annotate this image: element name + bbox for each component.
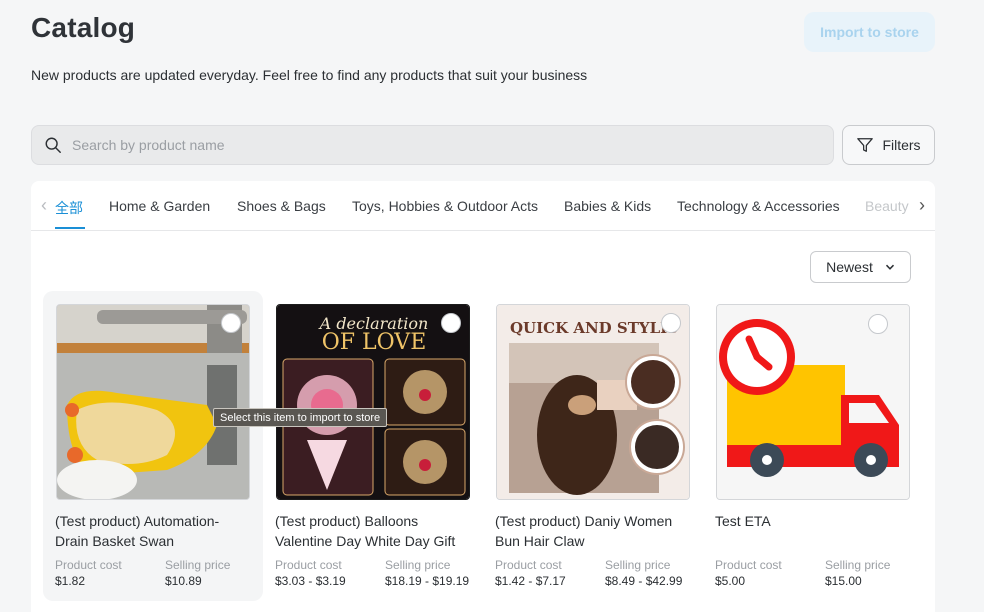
product-cost-value: $1.82	[55, 574, 86, 588]
selling-price-label: Selling price	[385, 558, 451, 572]
sink-drain-basket-image	[57, 305, 249, 499]
product-image: QUICK AND STYLIS	[496, 304, 690, 500]
product-card[interactable]: Test ETA Product cost Selling price $5.0…	[703, 291, 923, 601]
product-title: (Test product) Balloons Valentine Day Wh…	[275, 513, 456, 549]
tab-babies-kids[interactable]: Babies & Kids	[564, 198, 651, 214]
catalog-panel: ‹ 全部 Home & Garden Shoes & Bags Toys, Ho…	[31, 181, 935, 612]
select-checkbox[interactable]	[661, 313, 681, 333]
product-cost-label: Product cost	[495, 558, 562, 572]
select-checkbox[interactable]	[221, 313, 241, 333]
product-cost-value: $5.00	[715, 574, 746, 588]
selling-price-label: Selling price	[605, 558, 671, 572]
selling-price-value: $18.19 - $19.19	[385, 574, 470, 588]
import-to-store-button[interactable]: Import to store	[804, 12, 935, 52]
sort-selected-value: Newest	[826, 259, 873, 275]
tabs-scroll-right-icon[interactable]: ›	[915, 195, 929, 215]
product-title: (Test product) Daniy Women Bun Hair Claw	[495, 513, 673, 549]
product-card[interactable]: QUICK AND STYLIS (Test product) Daniy Wo…	[483, 291, 703, 601]
tab-beauty[interactable]: Beauty	[865, 198, 909, 214]
product-cost-value: $1.42 - $7.17	[495, 574, 566, 588]
tab-technology-accessories[interactable]: Technology & Accessories	[677, 198, 840, 214]
product-card[interactable]: (Test product) Automation-Drain Basket S…	[43, 291, 263, 601]
product-card[interactable]: A declaration OF LOVE (Test product) Bal…	[263, 291, 483, 601]
delivery-truck-clock-icon	[717, 305, 909, 499]
selling-price-label: Selling price	[825, 558, 891, 572]
select-checkbox[interactable]	[441, 313, 461, 333]
chevron-down-icon	[885, 264, 894, 270]
select-item-tooltip: Select this item to import to store	[213, 408, 388, 427]
tab-shoes-bags[interactable]: Shoes & Bags	[237, 198, 326, 214]
tab-home-garden[interactable]: Home & Garden	[109, 198, 210, 214]
selling-price-value: $10.89	[165, 574, 202, 588]
selling-price-label: Selling price	[165, 558, 231, 572]
select-checkbox[interactable]	[868, 314, 888, 334]
hair-claw-image: QUICK AND STYLIS	[497, 305, 689, 499]
product-image	[56, 304, 250, 500]
product-cost-label: Product cost	[55, 558, 122, 572]
product-cost-label: Product cost	[715, 558, 782, 572]
product-cost-label: Product cost	[275, 558, 342, 572]
image-text-line-2: OF LOVE	[322, 330, 427, 355]
search-icon	[45, 137, 61, 153]
selling-price-value: $8.49 - $42.99	[605, 574, 683, 588]
search-input[interactable]	[72, 137, 772, 153]
tabs-scroll-left-icon[interactable]: ‹	[37, 195, 51, 215]
product-title: Test ETA	[715, 513, 771, 529]
filters-button[interactable]: Filters	[842, 125, 935, 165]
image-text: QUICK AND STYLIS	[510, 319, 678, 337]
active-tab-underline	[55, 227, 85, 229]
filter-icon	[857, 138, 874, 152]
search-bar[interactable]	[31, 125, 834, 165]
product-title: (Test product) Automation-Drain Basket S…	[55, 513, 220, 549]
sort-dropdown[interactable]: Newest	[810, 251, 911, 283]
page-subtitle: New products are updated everyday. Feel …	[31, 67, 588, 83]
valentine-balloons-image: A declaration OF LOVE	[277, 305, 469, 499]
page-title: Catalog	[31, 12, 136, 43]
tab-all[interactable]: 全部	[55, 198, 83, 218]
filters-label: Filters	[882, 137, 921, 153]
tab-toys-hobbies[interactable]: Toys, Hobbies & Outdoor Acts	[352, 198, 538, 214]
category-tabs: ‹ 全部 Home & Garden Shoes & Bags Toys, Ho…	[31, 181, 935, 231]
product-image: A declaration OF LOVE	[276, 304, 470, 500]
product-cost-value: $3.03 - $3.19	[275, 574, 346, 588]
selling-price-value: $15.00	[825, 574, 862, 588]
